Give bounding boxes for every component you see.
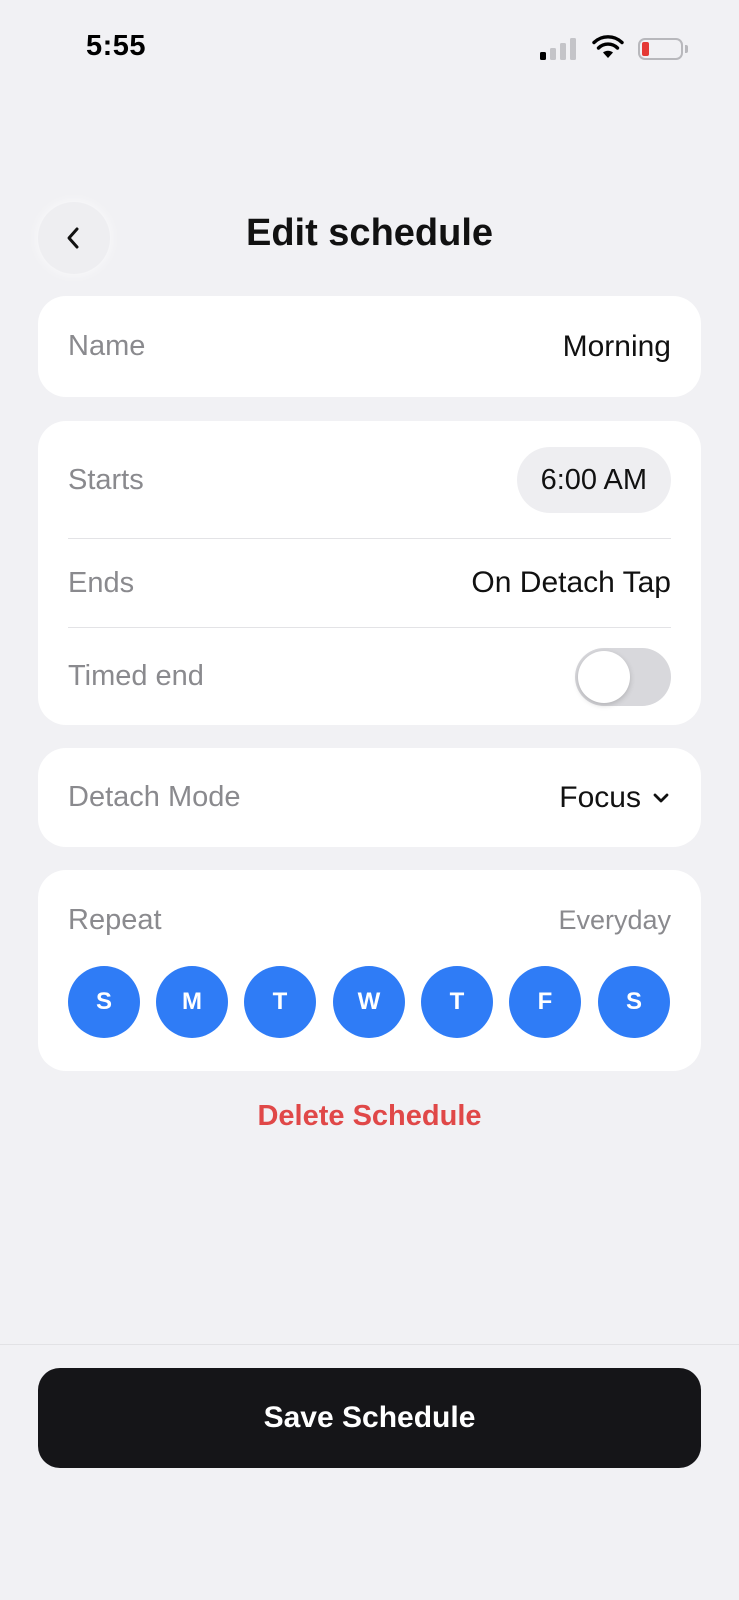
cellular-signal-icon <box>540 38 578 60</box>
ends-label: Ends <box>68 566 135 599</box>
timed-end-label: Timed end <box>68 660 204 692</box>
chevron-down-icon <box>653 793 669 802</box>
day-button-sunday[interactable]: S <box>68 966 140 1038</box>
battery-icon <box>638 38 688 60</box>
status-time: 5:55 <box>86 30 147 62</box>
page-title: Edit schedule <box>245 212 494 254</box>
ends-value[interactable]: On Detach Tap <box>471 566 671 600</box>
day-button-wednesday[interactable]: W <box>333 966 405 1038</box>
name-card[interactable]: Name Morning <box>38 296 701 397</box>
save-schedule-button[interactable]: Save Schedule <box>38 1368 701 1468</box>
start-time-picker[interactable]: 6:00 AM <box>516 447 671 513</box>
day-button-saturday[interactable]: S <box>598 966 670 1038</box>
day-button-tuesday[interactable]: T <box>244 966 316 1038</box>
day-button-monday[interactable]: M <box>156 966 228 1038</box>
day-button-friday[interactable]: F <box>509 966 581 1038</box>
repeat-summary: Everyday <box>558 904 671 935</box>
repeat-label: Repeat <box>68 903 162 936</box>
timed-end-toggle[interactable] <box>575 647 671 706</box>
detach-mode-card[interactable]: Detach Mode Focus <box>38 748 701 847</box>
delete-schedule-button[interactable]: Delete Schedule <box>0 1100 739 1133</box>
status-bar: 5:55 <box>0 0 739 100</box>
day-selector: S M T W T F S <box>68 966 671 1040</box>
wifi-icon <box>592 35 624 58</box>
day-button-thursday[interactable]: T <box>421 966 493 1038</box>
time-card: Starts 6:00 AM Ends On Detach Tap Timed … <box>38 421 701 725</box>
repeat-card: Repeat Everyday S M T W T F S <box>38 870 701 1071</box>
detach-mode-label: Detach Mode <box>68 781 241 813</box>
toggle-knob <box>578 650 630 703</box>
name-label: Name <box>68 330 146 362</box>
detach-mode-dropdown[interactable]: Focus <box>559 781 671 815</box>
name-value[interactable]: Morning <box>563 330 671 364</box>
ends-row[interactable]: Ends On Detach Tap <box>68 539 671 627</box>
detach-mode-value: Focus <box>559 780 641 814</box>
footer-divider <box>0 1344 739 1345</box>
starts-label: Starts <box>68 463 144 496</box>
